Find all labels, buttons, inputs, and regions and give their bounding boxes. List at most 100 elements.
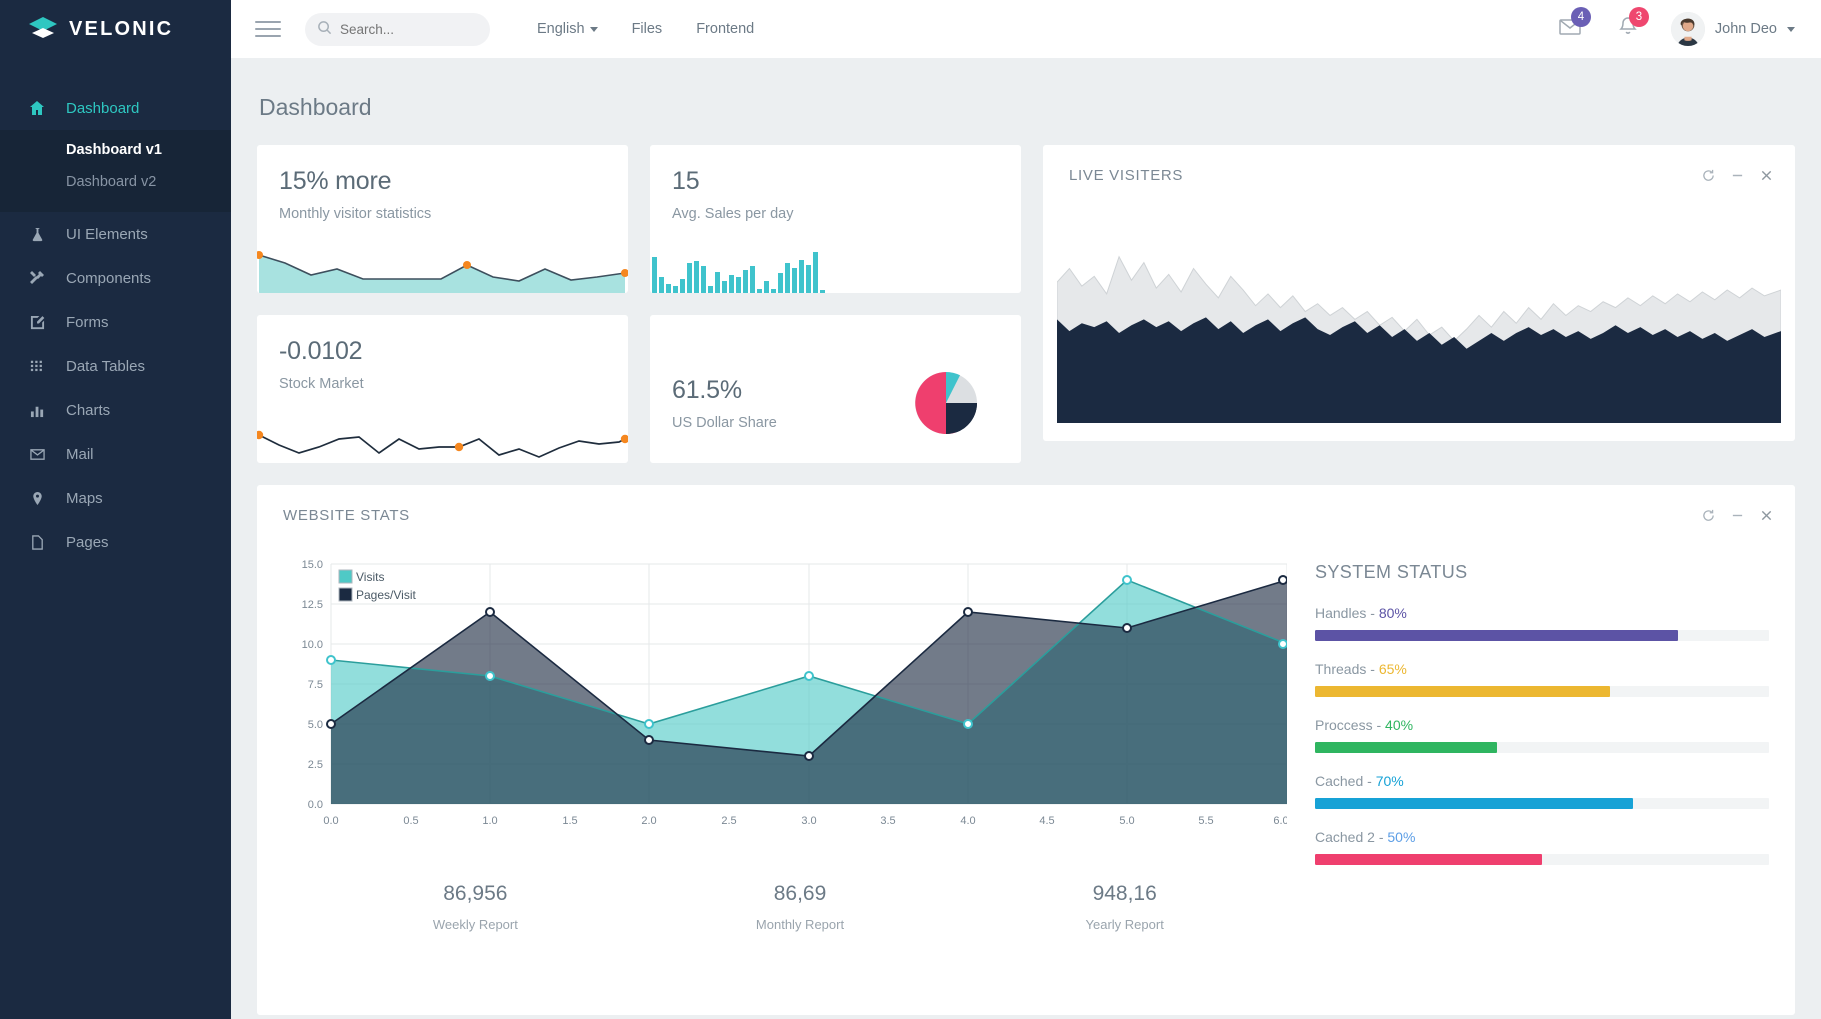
flask-icon	[28, 225, 46, 243]
sidebar-item-label: Pages	[66, 533, 109, 551]
sidebar-item-charts[interactable]: Charts	[0, 388, 231, 432]
sidebar-item-pages[interactable]: Pages	[0, 520, 231, 564]
top-row: 15% more Monthly visitor statistics 15 A…	[257, 145, 1795, 463]
topbar-link-files[interactable]: Files	[615, 21, 680, 37]
sidebar-item-components[interactable]: Components	[0, 256, 231, 300]
panel-title: WEBSITE STATS	[283, 507, 410, 524]
svg-text:2.5: 2.5	[308, 759, 323, 771]
app-root: VELONIC Dashboard Dashboard v1 Dashboard…	[0, 0, 1821, 1019]
live-visitors-panel: LIVE VISITERS	[1043, 145, 1795, 441]
progress-percent: 50%	[1387, 829, 1416, 845]
report-label: Yearly Report	[1085, 917, 1164, 932]
svg-text:7.5: 7.5	[308, 679, 323, 691]
chevron-down-icon	[589, 26, 598, 32]
svg-text:Pages/Visit: Pages/Visit	[356, 588, 416, 602]
refresh-icon[interactable]	[1702, 509, 1715, 522]
search-box[interactable]	[305, 12, 490, 46]
stat-card-body: 15 Avg. Sales per day	[650, 145, 1021, 222]
user-menu[interactable]: John Deo	[1657, 12, 1795, 46]
sidebar-item-label: Mail	[66, 445, 94, 463]
live-visitors-chart	[1057, 247, 1781, 423]
report-value: 86,69	[773, 882, 827, 905]
progress-item-cached-2: Cached 2 - 50%	[1315, 829, 1769, 865]
sidebar-item-label: Charts	[66, 401, 111, 419]
pencil-square-icon	[28, 313, 46, 331]
sidebar-item-dashboard[interactable]: Dashboard	[0, 86, 231, 130]
progress-percent: 40%	[1385, 717, 1414, 733]
progress-track	[1315, 742, 1769, 753]
progress-track	[1315, 798, 1769, 809]
progress-name: Cached 2	[1315, 829, 1375, 845]
reports-row: 86,956 Weekly Report 86,69 Monthly Repor…	[287, 882, 1287, 932]
layers-icon	[28, 16, 58, 42]
svg-text:5.5: 5.5	[1198, 815, 1213, 827]
minimize-icon[interactable]	[1731, 169, 1744, 182]
stat-card-avg-sales[interactable]: 15 Avg. Sales per day	[650, 145, 1021, 293]
svg-text:3.0: 3.0	[801, 815, 816, 827]
navy-line-sparkline	[257, 417, 628, 463]
content-area: Dashboard 15% more Monthly visitor stati…	[231, 58, 1821, 1019]
map-pin-icon	[28, 489, 46, 507]
sidebar-item-mail[interactable]: Mail	[0, 432, 231, 476]
svg-text:1.0: 1.0	[482, 815, 497, 827]
stat-card-monthly-visitors[interactable]: 15% more Monthly visitor statistics	[257, 145, 628, 293]
topbar-link-english[interactable]: English	[520, 21, 615, 37]
report-monthly: 86,69 Monthly Report	[638, 882, 963, 932]
mail-badge: 4	[1570, 7, 1591, 27]
search-icon	[317, 20, 332, 39]
file-icon	[28, 533, 46, 551]
sidebar-subitem-dashboard-v2[interactable]: Dashboard v2	[0, 166, 231, 198]
sidebar-item-forms[interactable]: Forms	[0, 300, 231, 344]
progress-percent: 65%	[1378, 661, 1407, 677]
sidebar-item-ui-elements[interactable]: UI Elements	[0, 212, 231, 256]
svg-text:2.0: 2.0	[641, 815, 656, 827]
chevron-down-icon	[1787, 26, 1795, 32]
refresh-icon[interactable]	[1702, 169, 1715, 182]
sidebar-item-label: Dashboard	[66, 99, 140, 117]
svg-text:Visits: Visits	[356, 570, 384, 584]
report-weekly: 86,956 Weekly Report	[313, 882, 638, 932]
stat-card-stock-market[interactable]: -0.0102 Stock Market	[257, 315, 628, 463]
progress-item-cached: Cached - 70%	[1315, 773, 1769, 809]
notifications-badge: 3	[1628, 7, 1649, 27]
progress-percent: 70%	[1375, 773, 1404, 789]
home-icon	[28, 99, 46, 117]
stat-card-value: 15	[672, 167, 700, 195]
panel-header: WEBSITE STATS	[257, 485, 1795, 524]
stat-cards-row-2: -0.0102 Stock Market 61.5% US Dollar Sha…	[257, 315, 1021, 463]
progress-name: Handles	[1315, 605, 1367, 621]
stat-card-label: Monthly visitor statistics	[279, 206, 432, 222]
stat-card-usd-share[interactable]: 61.5% US Dollar Share	[650, 315, 1021, 463]
svg-text:4.0: 4.0	[960, 815, 975, 827]
topbar-right: 4 3 John Deo	[1541, 7, 1795, 46]
progress-label: Cached - 70%	[1315, 773, 1404, 789]
topbar-link-label: Frontend	[696, 21, 755, 37]
notifications-button[interactable]: 3	[1599, 7, 1657, 42]
sidebar-subitem-label: Dashboard v1	[66, 142, 162, 158]
report-value: 86,956	[443, 882, 508, 905]
hamburger-icon[interactable]	[253, 17, 283, 41]
progress-track	[1315, 854, 1769, 865]
sidebar-item-data-tables[interactable]: Data Tables	[0, 344, 231, 388]
report-value: 948,16	[1092, 882, 1157, 905]
avatar	[1670, 12, 1705, 46]
close-icon[interactable]	[1760, 509, 1773, 522]
progress-track	[1315, 630, 1769, 641]
progress-label: Proccess - 40%	[1315, 717, 1414, 733]
stat-card-label: Avg. Sales per day	[672, 206, 794, 222]
svg-text:6.0: 6.0	[1273, 815, 1287, 827]
mail-button[interactable]: 4	[1541, 7, 1599, 42]
topbar: English Files Frontend 4	[231, 0, 1821, 58]
topbar-link-frontend[interactable]: Frontend	[679, 21, 771, 37]
brand-logo[interactable]: VELONIC	[0, 0, 231, 58]
sidebar-item-label: Data Tables	[66, 357, 145, 375]
search-input[interactable]	[340, 21, 470, 37]
minimize-icon[interactable]	[1731, 509, 1744, 522]
close-icon[interactable]	[1760, 169, 1773, 182]
sidebar-item-maps[interactable]: Maps	[0, 476, 231, 520]
progress-fill	[1315, 854, 1542, 865]
topbar-link-label: Files	[631, 21, 663, 37]
sidebar-subitem-dashboard-v1[interactable]: Dashboard v1	[0, 134, 231, 166]
progress-name: Threads	[1315, 661, 1367, 677]
sidebar-item-label: Components	[66, 269, 152, 287]
